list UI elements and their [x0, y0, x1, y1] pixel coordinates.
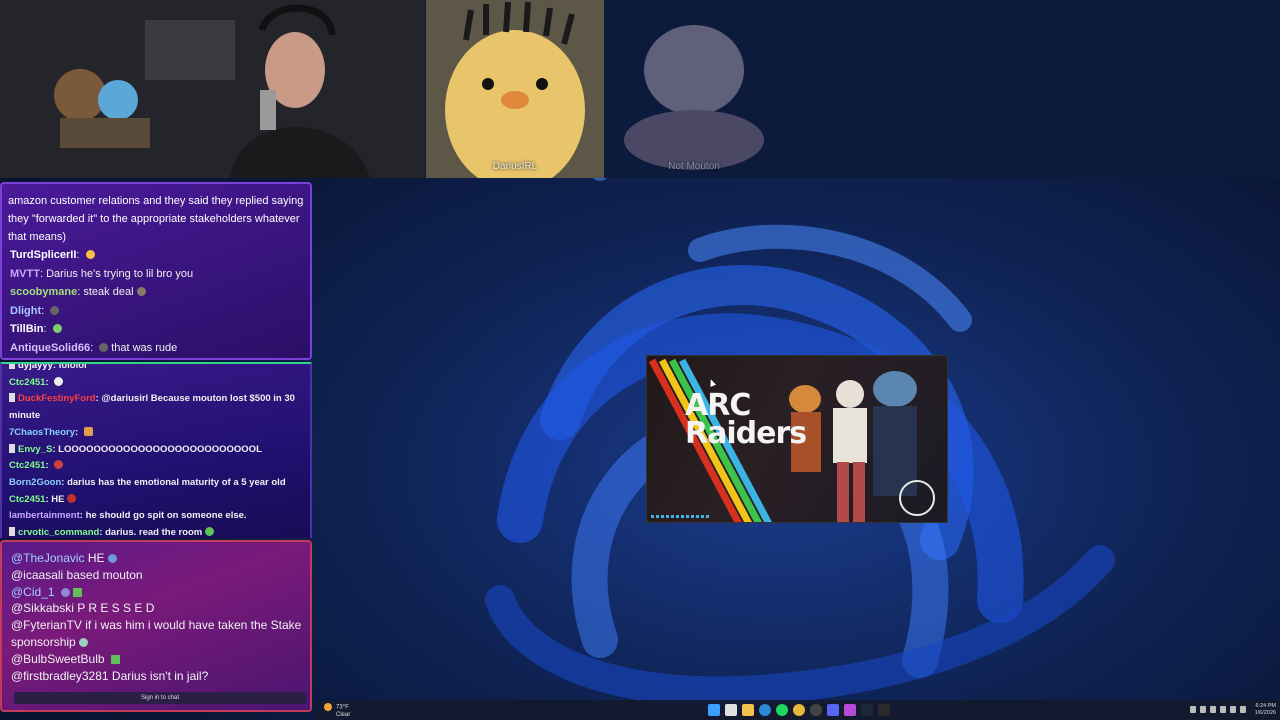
tray-icon[interactable] — [1190, 706, 1196, 713]
system-tray — [1190, 706, 1246, 713]
webcam-strip: DariusIRL Not Mouton — [0, 0, 1280, 178]
emote-icon — [136, 287, 146, 296]
emote-icon — [67, 493, 77, 503]
emote-icon — [50, 305, 60, 315]
stream-screen: DariusIRL Not Mouton amazon customer rel… — [0, 0, 1280, 720]
chat-message: @icaasali based mouton — [11, 567, 143, 582]
guest-webcam-dariusirl: DariusIRL — [426, 0, 604, 178]
chat-message: Ctc2451: — [2, 458, 310, 475]
emote-icon — [205, 527, 215, 537]
emote-icon — [107, 554, 117, 563]
emote-icon — [72, 587, 82, 597]
chick-image — [426, 0, 604, 178]
chat-message: amazon customer relations and they said … — [8, 195, 304, 243]
game-logo-title: ARC Raiders — [685, 388, 807, 451]
guest-webcam-not-mouton: Not Mouton — [604, 0, 784, 178]
spotify-icon[interactable] — [776, 704, 788, 716]
windows-taskbar: 73°F Clear 6:24 PM 1/6/2026 — [316, 700, 1280, 720]
terminal-icon[interactable] — [878, 704, 890, 716]
volume-icon[interactable] — [1240, 706, 1246, 713]
start-icon[interactable] — [708, 704, 720, 716]
chat-message: @Sikkabski P R E S S E D — [11, 601, 155, 616]
obs-icon[interactable] — [810, 704, 822, 716]
chat-panel-3: @TheJonavic HE @icaasali based mouton @C… — [0, 540, 312, 712]
streamer-webcam-image — [0, 0, 425, 178]
chat-message: @BulbSweetBulb — [2, 651, 310, 668]
mouton-avatar-image — [624, 25, 764, 170]
chat-message: TurdSplicerII: — [2, 246, 310, 265]
emote-icon — [83, 426, 93, 436]
tray-icon[interactable] — [1220, 706, 1226, 713]
arc-raiders-splash-window[interactable]: ARC Raiders — [646, 355, 948, 523]
chat-message: lambertainment: he should go spit on som… — [9, 510, 247, 522]
chat-message: AntiqueSolid66: that was rude — [10, 341, 178, 354]
emote-icon — [99, 342, 109, 352]
chat-message: Ctc2451: — [2, 375, 310, 392]
chat-message: crvotic_command: darius. read the room — [2, 525, 310, 538]
weather-sun-icon — [324, 703, 332, 711]
tray-icon[interactable] — [1210, 706, 1216, 713]
chat-message: Dlight: — [2, 302, 310, 321]
skull-emote-icon — [54, 376, 64, 386]
emote-icon — [52, 324, 62, 333]
edge-icon[interactable] — [759, 704, 771, 716]
clock[interactable]: 6:24 PM 1/6/2026 — [1255, 703, 1276, 717]
sign-in-to-chat-button[interactable]: Sign in to chat — [14, 692, 306, 704]
chat-message: @TheJonavic HE — [2, 542, 310, 567]
search-icon[interactable] — [725, 704, 737, 716]
file-explorer-icon[interactable] — [742, 704, 754, 716]
app-icon[interactable] — [844, 704, 856, 716]
emote-icon — [60, 587, 70, 597]
chat-panel-1: amazon customer relations and they said … — [0, 182, 312, 360]
chat-panel-2: dyjayyy: lololol Ctc2451: DuckFestinyFor… — [0, 362, 312, 538]
chat-message: Born2Goon: darius has the emotional matu… — [9, 476, 286, 488]
chrome-icon[interactable] — [793, 704, 805, 716]
chat-message: 7ChaosTheory: — [2, 425, 310, 442]
tray-icon[interactable] — [1200, 706, 1206, 713]
loading-spinner-icon — [899, 480, 935, 516]
emote-icon — [110, 654, 120, 664]
weather-widget[interactable]: 73°F Clear — [324, 703, 350, 719]
emote-icon — [54, 460, 64, 470]
chat-message: @FyterianTV if i was him i would have ta… — [11, 618, 302, 649]
chat-message: MVTT: Darius he's trying to lil bro you — [10, 267, 194, 280]
chat-message: dyjayyy: lololol — [2, 364, 310, 375]
chat-message: TillBin: — [2, 320, 310, 339]
chat-message: @Cid_1 — [2, 584, 310, 601]
chat-message: scoobymane: steak deal — [2, 283, 310, 302]
chat-message: DuckFestinyFord: @dariusirl Because mout… — [9, 393, 295, 422]
webcam-label: Not Mouton — [668, 161, 720, 172]
pinned-apps — [708, 704, 890, 716]
discord-icon[interactable] — [827, 704, 839, 716]
emote-icon — [78, 637, 88, 647]
chat-message: Envy_S: LOOOOOOOOOOOOOOOOOOOOOOOOOOL — [2, 442, 310, 459]
loading-progress-bar — [651, 515, 711, 518]
streamer-webcam — [0, 0, 425, 178]
steam-icon[interactable] — [861, 704, 873, 716]
wifi-icon[interactable] — [1230, 706, 1236, 713]
emote-icon — [85, 250, 95, 259]
chat-message: Ctc2451: HE — [2, 492, 310, 509]
chat-message: @firstbradley3281 Darius isn't in jail? — [11, 668, 209, 683]
webcam-label: DariusIRL — [492, 161, 538, 172]
